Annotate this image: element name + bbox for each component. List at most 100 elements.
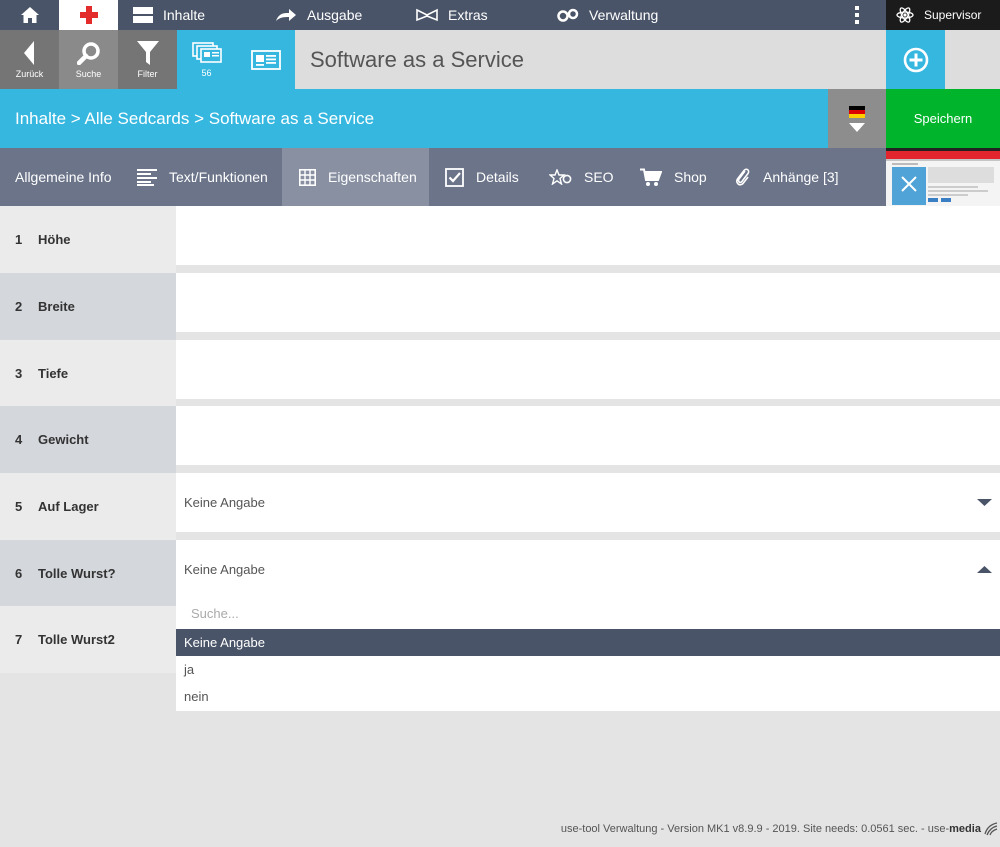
property-label: Tolle Wurst?: [38, 566, 116, 581]
tab-allgemeine-info-label: Allgemeine Info: [15, 169, 112, 185]
card-stack-icon: [191, 41, 222, 63]
tolle-wurst-select[interactable]: Keine Angabe: [176, 540, 1000, 599]
property-label: Tiefe: [38, 366, 69, 381]
property-number: 1: [15, 232, 23, 247]
card-stack-button[interactable]: 56: [177, 30, 236, 89]
seo-star-icon: [549, 169, 572, 185]
back-caption: Zurück: [15, 68, 44, 79]
property-row: 1 Höhe: [0, 206, 176, 273]
property-number: 4: [15, 432, 23, 447]
tab-anhaenge[interactable]: Anhänge [3]: [735, 148, 839, 206]
filter-button[interactable]: Filter: [118, 30, 177, 89]
language-selector[interactable]: [828, 89, 886, 148]
tab-shop[interactable]: Shop: [640, 148, 707, 206]
caret-down-icon: [977, 499, 992, 506]
tab-anhaenge-label: Anhänge [3]: [763, 169, 839, 185]
chevron-left-icon: [23, 40, 34, 65]
home-button[interactable]: [0, 0, 59, 30]
dropdown-search-input[interactable]: Suche...: [191, 599, 239, 629]
user-menu[interactable]: Supervisor: [886, 0, 1000, 30]
tab-details[interactable]: Details: [445, 148, 519, 206]
add-button[interactable]: [886, 30, 945, 89]
tab-bar: Allgemeine Info Text/Funktionen Eigensch…: [0, 148, 1000, 206]
select-dropdown: Suche... Keine Angabe ja nein: [176, 599, 1000, 711]
text-lines-icon: [137, 169, 157, 186]
nav-extras-label: Extras: [448, 7, 488, 23]
card-stack-count: 56: [201, 67, 212, 78]
property-row: 6 Tolle Wurst?: [0, 540, 176, 607]
save-button[interactable]: Speichern: [886, 89, 1000, 148]
hoehe-input[interactable]: [176, 206, 1000, 265]
caret-up-icon: [977, 566, 992, 573]
gewicht-input[interactable]: [176, 406, 1000, 465]
search-button[interactable]: Suche: [59, 30, 118, 89]
breite-input[interactable]: [176, 273, 1000, 332]
nav-inhalte-label: Inhalte: [163, 7, 206, 23]
property-row: 7 Tolle Wurst2: [0, 606, 176, 673]
dropdown-option-nein[interactable]: nein: [176, 683, 1000, 710]
filter-caption: Filter: [137, 68, 158, 79]
nav-inhalte[interactable]: Inhalte: [133, 0, 205, 30]
red-cross-icon: [79, 6, 98, 24]
dropdown-option-keine-angabe[interactable]: Keine Angabe: [176, 629, 1000, 656]
property-number: 7: [15, 632, 23, 647]
tab-seo[interactable]: SEO: [549, 148, 614, 206]
checkbox-icon: [445, 167, 464, 187]
breadcrumb[interactable]: Inhalte > Alle Sedcards > Software as a …: [15, 89, 374, 148]
property-label: Auf Lager: [38, 499, 99, 514]
footer-text: use-tool Verwaltung - Version MK1 v8.9.9…: [560, 822, 950, 835]
select-value: Keine Angabe: [184, 562, 265, 577]
tab-allgemeine-info[interactable]: Allgemeine Info: [15, 148, 112, 206]
nav-extras[interactable]: Extras: [416, 0, 488, 30]
website-preview-image: [886, 148, 1000, 206]
atom-icon: [896, 7, 914, 23]
property-number: 3: [15, 366, 23, 381]
search-caption: Suche: [75, 68, 102, 79]
sedcard-icon: [250, 49, 281, 70]
brand-logo-icon: [984, 822, 998, 836]
property-number: 5: [15, 499, 23, 514]
paperclip-icon: [736, 168, 750, 186]
plus-circle-icon: [903, 47, 928, 72]
sedcard-button[interactable]: [236, 30, 295, 89]
top-nav: Inhalte Ausgabe Extras Verwaltung Superv…: [0, 0, 1000, 30]
extras-icon: [416, 8, 438, 22]
tab-details-label: Details: [476, 169, 519, 185]
tiefe-input[interactable]: [176, 340, 1000, 399]
vertical-dots-icon: [855, 6, 859, 24]
tab-eigenschaften[interactable]: Eigenschaften: [282, 148, 429, 206]
property-number: 2: [15, 299, 23, 314]
document-title: Software as a Service: [310, 47, 524, 72]
home-icon: [20, 7, 39, 23]
nav-verwaltung-label: Verwaltung: [589, 7, 659, 23]
table-grid-icon: [299, 168, 316, 186]
property-number: 6: [15, 566, 23, 581]
property-label: Höhe: [38, 232, 71, 247]
select-value: Keine Angabe: [184, 495, 265, 510]
chevron-down-icon: [849, 122, 865, 132]
property-row: 5 Auf Lager: [0, 473, 176, 540]
more-menu-button[interactable]: [847, 0, 867, 30]
arrow-forward-icon: [276, 9, 296, 21]
property-label: Tolle Wurst2: [38, 632, 115, 647]
nav-verwaltung[interactable]: Verwaltung: [557, 0, 658, 30]
footer: use-tool Verwaltung - Version MK1 v8.9.9…: [0, 822, 998, 836]
back-button[interactable]: Zurück: [0, 30, 59, 89]
tab-text-funktionen[interactable]: Text/Funktionen: [137, 148, 268, 206]
preview-thumbnail[interactable]: [886, 148, 1000, 206]
nav-ausgabe[interactable]: Ausgabe: [275, 0, 362, 30]
add-content-button[interactable]: [59, 0, 118, 30]
auf-lager-select[interactable]: Keine Angabe: [176, 473, 1000, 532]
tab-shop-label: Shop: [674, 169, 707, 185]
cart-icon: [640, 168, 662, 186]
property-row: 4 Gewicht: [0, 406, 176, 473]
footer-brand: media: [949, 822, 981, 835]
tab-seo-label: SEO: [584, 169, 614, 185]
german-flag-icon: [849, 105, 865, 118]
tab-text-funktionen-label: Text/Funktionen: [169, 169, 268, 185]
property-label: Breite: [38, 299, 75, 314]
filter-icon: [136, 40, 159, 65]
search-icon: [76, 41, 100, 65]
toolbar: Zurück Suche Filter 56 Software as a Ser…: [0, 30, 1000, 89]
dropdown-option-ja[interactable]: ja: [176, 656, 1000, 683]
